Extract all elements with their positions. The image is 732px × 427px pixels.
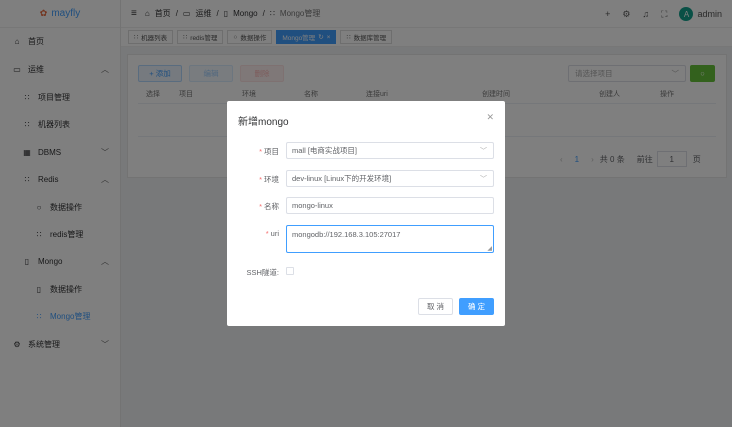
env-value: dev-linux [Linux下的开发环境] (292, 174, 392, 183)
name-input[interactable]: mongo-linux (286, 197, 494, 214)
cancel-button[interactable]: 取 消 (418, 298, 453, 315)
project-select[interactable]: mall [电商实战项目] ﹀ (286, 142, 494, 159)
project-value: mall [电商实战项目] (292, 146, 358, 155)
confirm-button[interactable]: 确 定 (459, 298, 494, 315)
dialog-title: 新增mongo (238, 117, 289, 128)
chevron-down-icon: ﹀ (480, 147, 487, 155)
uri-textarea[interactable]: mongodb://192.168.3.105:27017 ◢ (286, 225, 494, 253)
name-value: mongo-linux (292, 201, 333, 210)
add-mongo-dialog: 新增mongo ✕ * 项目 mall [电商实战项目] ﹀ * 环境 dev-lin… (227, 101, 505, 326)
uri-value: mongodb://192.168.3.105:27017 (292, 230, 401, 239)
close-icon[interactable]: ✕ (486, 112, 494, 123)
field-label-name: * 名称 (259, 202, 279, 211)
chevron-down-icon: ﹀ (480, 175, 487, 183)
resize-handle-icon[interactable]: ◢ (487, 245, 492, 252)
field-label-env: * 环境 (259, 175, 279, 184)
field-label-project: * 项目 (259, 147, 279, 156)
field-label-uri: * uri (265, 229, 279, 238)
env-select[interactable]: dev-linux [Linux下的开发环境] ﹀ (286, 170, 494, 187)
field-label-ssh: SSH隧道: (246, 268, 279, 277)
ssh-checkbox[interactable] (286, 267, 294, 275)
